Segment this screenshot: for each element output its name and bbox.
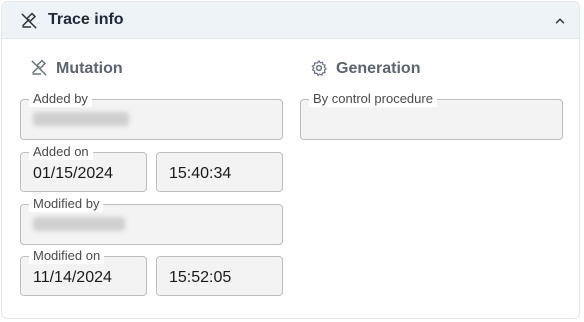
generation-section-title: Generation [336,60,421,77]
added-by-label: Added by [29,91,92,107]
edit-off-icon [31,59,47,76]
gear-icon [311,60,327,76]
edit-off-icon [21,12,37,29]
modified-by-field[interactable]: Modified by [20,196,283,245]
modified-by-label: Modified by [29,196,104,212]
added-by-value-redacted [33,112,129,126]
trace-info-panel: Trace info Mutation Added by Added on 01… [1,1,580,319]
modified-on-time-value: 15:52:05 [169,269,232,286]
chevron-up-icon[interactable] [553,14,567,28]
trace-info-header[interactable]: Trace info [2,2,579,39]
added-on-date-field[interactable]: Added on 01/15/2024 [20,144,147,192]
added-on-time-value: 15:40:34 [169,165,232,182]
modified-on-date-field[interactable]: Modified on 11/14/2024 [20,248,147,296]
mutation-section-title: Mutation [56,60,123,77]
modified-by-value-redacted [33,217,125,231]
added-by-field[interactable]: Added by [20,91,283,140]
added-on-label: Added on [29,144,93,160]
panel-title: Trace info [48,11,124,28]
modified-on-date-value: 11/14/2024 [33,269,112,286]
by-control-procedure-label: By control procedure [309,91,437,107]
added-on-date-value: 01/15/2024 [33,165,114,182]
by-control-procedure-field[interactable]: By control procedure [300,91,563,140]
added-on-time-field[interactable]: 15:40:34 [156,152,283,192]
modified-on-time-field[interactable]: 15:52:05 [156,256,283,296]
modified-on-label: Modified on [29,248,105,264]
